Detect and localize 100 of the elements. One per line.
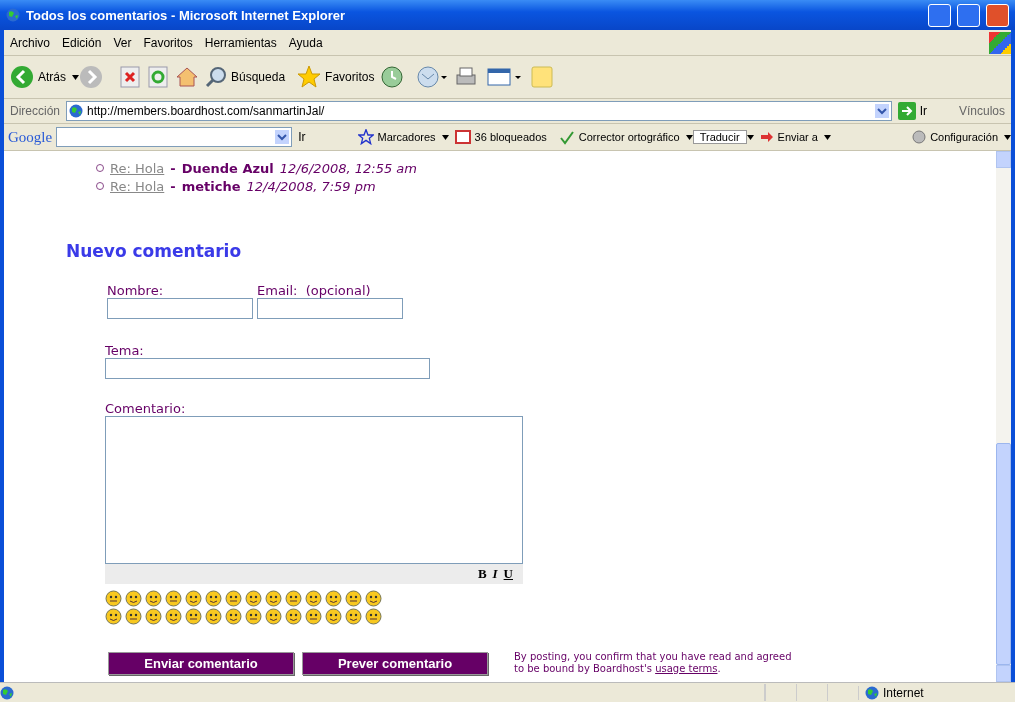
subject-label: Tema:	[105, 343, 145, 358]
windows-logo-icon	[989, 31, 1011, 54]
smiley-icon[interactable]	[165, 608, 182, 625]
post-date: 12/4/2008, 7:59 pm	[246, 178, 376, 194]
format-button[interactable]: B	[477, 566, 487, 582]
google-logo: Google	[7, 128, 54, 146]
menu-item[interactable]: Ver	[107, 35, 138, 50]
menu-item[interactable]: Herramientas	[198, 35, 283, 50]
translate-button[interactable]: Traducir	[692, 130, 747, 144]
smiley-icon[interactable]	[165, 590, 182, 607]
caret-icon[interactable]	[1004, 134, 1011, 140]
smiley-icon[interactable]	[125, 590, 142, 607]
menu-item[interactable]: Archivo	[4, 35, 56, 50]
smiley-icon[interactable]	[105, 590, 122, 607]
smiley-icon[interactable]	[285, 608, 302, 625]
smiley-icon[interactable]	[205, 608, 222, 625]
smiley-icon[interactable]	[245, 608, 262, 625]
minimize-button[interactable]	[928, 3, 951, 27]
star-icon	[297, 65, 322, 89]
bookmarks-button[interactable]: Marcadores	[351, 129, 442, 145]
smiley-icon[interactable]	[325, 608, 342, 625]
menu-item[interactable]: Favoritos	[137, 35, 199, 50]
globe-icon	[865, 685, 879, 700]
name-label: Nombre:	[107, 283, 165, 298]
caret-icon[interactable]	[685, 134, 693, 140]
dash-separator: -	[170, 160, 176, 176]
smiley-icon[interactable]	[125, 608, 142, 625]
format-button[interactable]: I	[492, 566, 498, 582]
popup-blocker-button[interactable]: 36 bloqueados	[448, 129, 553, 145]
address-field[interactable]: http://members.boardhost.com/sanmartinJal/	[66, 101, 892, 121]
scrollbar[interactable]	[996, 151, 1011, 682]
address-value: http://members.boardhost.com/sanmartinJal/	[87, 104, 325, 118]
form-heading: Nuevo comentario	[66, 241, 243, 261]
dash-separator: -	[170, 178, 176, 194]
history-icon[interactable]	[380, 65, 405, 89]
smiley-icon[interactable]	[345, 590, 362, 607]
submit-button[interactable]: Enviar comentario	[108, 651, 294, 675]
author-name: metiche	[181, 178, 241, 194]
smiley-icon[interactable]	[185, 608, 202, 625]
caret-icon[interactable]	[746, 134, 754, 140]
smiley-icon[interactable]	[365, 590, 382, 607]
go-button[interactable]: Ir	[891, 102, 933, 120]
name-field[interactable]	[107, 298, 253, 319]
reply-link[interactable]: Re: Hola	[110, 160, 165, 176]
send-button[interactable]: Enviar a	[753, 130, 824, 144]
smiley-icon[interactable]	[205, 590, 222, 607]
search-button[interactable]: Búsqueda	[199, 66, 292, 88]
smiley-icon[interactable]	[365, 608, 382, 625]
caret-icon[interactable]	[441, 134, 449, 140]
preview-button[interactable]: Prever comentario	[302, 651, 488, 675]
blocked-window-icon	[454, 129, 471, 145]
arrow-icon	[759, 130, 774, 144]
smiley-icon[interactable]	[145, 590, 162, 607]
smiley-icon[interactable]	[325, 590, 342, 607]
page-icon	[69, 104, 83, 118]
terms-notice: By posting, you confirm that you have read and agreed to be bound by Boardhost's usage terms.	[514, 651, 793, 675]
checkmark-icon	[558, 129, 575, 145]
home-icon[interactable]	[175, 65, 199, 89]
favorites-button[interactable]: Favoritos	[291, 65, 381, 89]
smiley-icon[interactable]	[145, 608, 162, 625]
maximize-button[interactable]	[957, 3, 980, 27]
menu-item[interactable]: Ayuda	[282, 35, 329, 50]
back-button[interactable]: Atrás	[4, 65, 72, 89]
smiley-icon[interactable]	[345, 608, 362, 625]
smiley-icon[interactable]	[185, 590, 202, 607]
smiley-icon[interactable]	[245, 590, 262, 607]
smiley-icon[interactable]	[225, 608, 242, 625]
email-field[interactable]	[257, 298, 403, 319]
smiley-icon[interactable]	[305, 608, 322, 625]
star-icon	[357, 129, 374, 145]
circle-icon	[912, 130, 927, 144]
caret-icon[interactable]	[72, 74, 79, 80]
window-title: Todos los comentarios - Microsoft Internet Explorer	[26, 7, 347, 23]
smiley-icon[interactable]	[225, 590, 242, 607]
links-label[interactable]: Vínculos	[952, 104, 1011, 118]
caret-icon[interactable]	[823, 134, 831, 140]
google-go-button[interactable]: Ir	[292, 130, 312, 144]
smiley-icon[interactable]	[265, 590, 282, 607]
stop-icon[interactable]	[119, 66, 141, 88]
address-label: Dirección	[9, 104, 61, 118]
spellcheck-button[interactable]: Corrector ortográfico	[552, 129, 686, 145]
reply-link[interactable]: Re: Hola	[110, 178, 165, 194]
smiley-icon[interactable]	[105, 608, 122, 625]
smiley-icon[interactable]	[305, 590, 322, 607]
google-search-field[interactable]	[56, 127, 293, 147]
ie-page-icon	[6, 8, 20, 22]
format-button[interactable]: U	[503, 566, 513, 582]
comment-label: Comentario:	[105, 401, 187, 416]
menu-item[interactable]: Edición	[56, 35, 108, 50]
close-button[interactable]	[986, 3, 1009, 27]
smiley-icon[interactable]	[265, 608, 282, 625]
author-name: Duende Azul	[181, 160, 274, 176]
comment-field[interactable]	[105, 416, 523, 564]
smiley-icon[interactable]	[285, 590, 302, 607]
ie-page-icon	[0, 685, 14, 700]
zone-text: Internet	[883, 685, 924, 700]
post-date: 12/6/2008, 12:55 am	[279, 160, 417, 176]
settings-button[interactable]: Configuración	[906, 130, 1004, 144]
subject-field[interactable]	[105, 358, 430, 379]
refresh-icon[interactable]	[147, 66, 169, 88]
